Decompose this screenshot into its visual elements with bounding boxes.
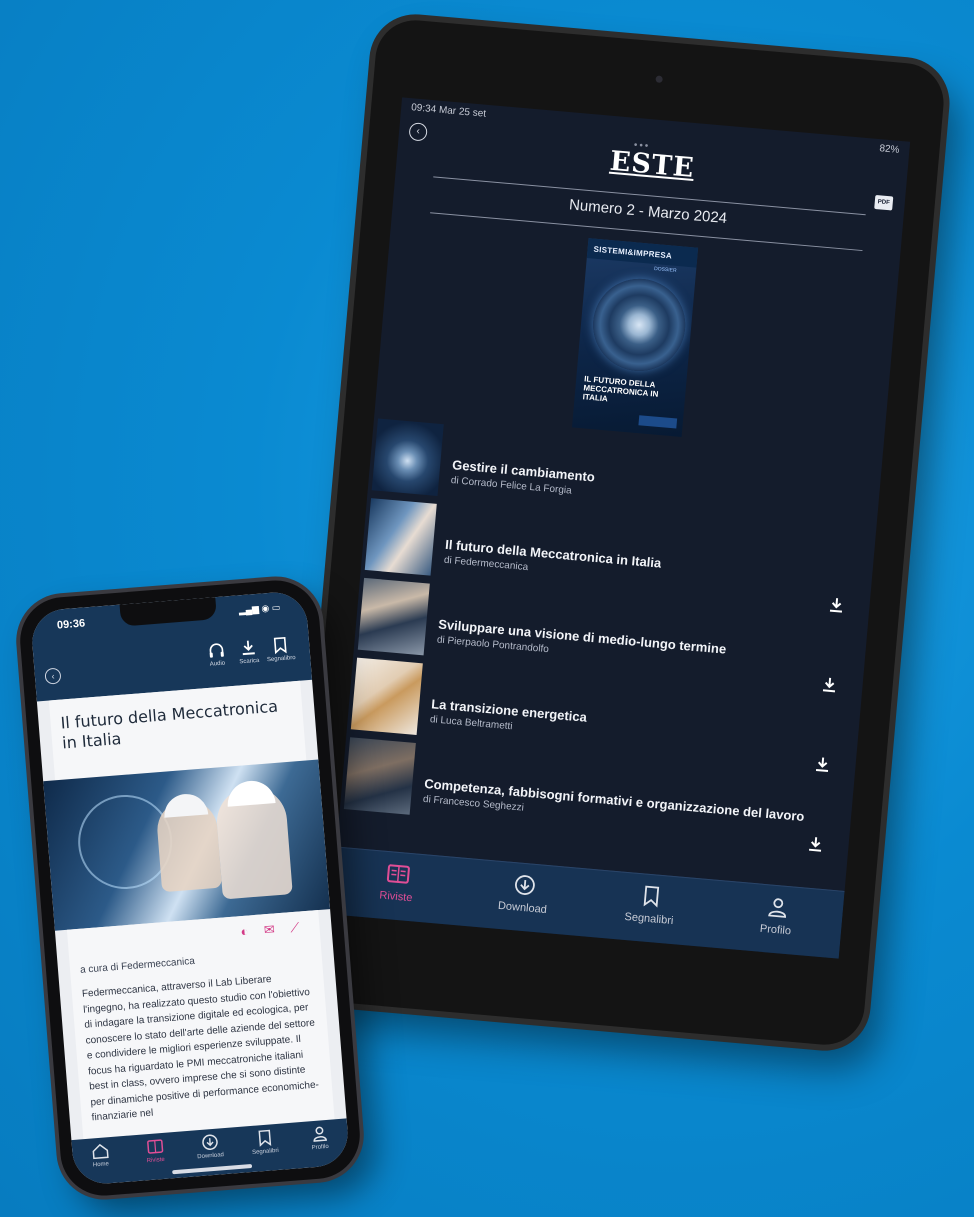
- article-body: ◐ ✉ ⟋ a cura di Federmeccanica Federmecc…: [66, 910, 335, 1140]
- status-time: 09:36: [56, 617, 86, 632]
- tab-label: Home: [92, 1161, 110, 1169]
- tab-riviste[interactable]: Riviste: [331, 847, 463, 926]
- article-thumbnail: [371, 418, 444, 496]
- profile-icon: [767, 898, 786, 918]
- tab-home[interactable]: Home: [72, 1140, 129, 1170]
- tab-download[interactable]: Download: [181, 1131, 238, 1161]
- download-icon[interactable]: [815, 756, 830, 773]
- article-hero-image: [43, 759, 331, 931]
- tablet-camera: [655, 75, 663, 83]
- action-label: Segnalibro: [266, 655, 296, 664]
- tab-profilo[interactable]: Profilo: [710, 881, 842, 959]
- article-curator: a cura di Federmeccanica: [79, 955, 196, 976]
- article-thumbnail: [350, 657, 423, 736]
- signal-icon: ▂▄▆ ◉ ▭: [238, 602, 281, 616]
- tab-riviste[interactable]: Riviste: [127, 1135, 184, 1165]
- helmet-shape: [162, 792, 209, 818]
- action-label: Scarica: [239, 657, 260, 666]
- download-icon: [201, 1134, 218, 1151]
- audio-button[interactable]: Audio: [199, 640, 235, 669]
- status-time: 09:34 Mar 25 set: [410, 102, 487, 120]
- cover-tag: DOSSIER: [653, 265, 677, 274]
- tab-segnalibri[interactable]: Segnalibri: [584, 870, 716, 949]
- tab-label: Segnalibri: [251, 1147, 279, 1156]
- tab-label: Segnalibri: [624, 910, 674, 928]
- download-icon[interactable]: [822, 676, 837, 693]
- tab-label: Profilo: [759, 922, 792, 938]
- download-button[interactable]: Scarica: [231, 637, 267, 666]
- article-text: Federmeccanica, attraverso il Lab Libera…: [81, 973, 320, 1124]
- tab-label: Download: [497, 899, 548, 917]
- download-icon[interactable]: [808, 836, 823, 853]
- helmet-shape: [225, 779, 276, 807]
- headphones-icon: [209, 643, 224, 658]
- cover-heading: IL FUTURO DELLA MECCATRONICA IN ITALIA: [582, 374, 659, 404]
- share-icons[interactable]: ◐ ✉ ⟋: [240, 919, 306, 940]
- tab-segnalibri[interactable]: Segnalibri: [236, 1127, 293, 1157]
- home-icon: [92, 1143, 109, 1160]
- phone-notch: [119, 597, 217, 627]
- tab-download[interactable]: Download: [457, 859, 589, 938]
- download-icon[interactable]: [829, 597, 844, 614]
- chevron-left-icon: ‹: [51, 670, 55, 682]
- magazine-cover[interactable]: SISTEMI&IMPRESA DOSSIER IL FUTURO DELLA …: [571, 238, 699, 438]
- article-thumbnail: [357, 577, 430, 656]
- article-thumbnail: [343, 737, 416, 815]
- article-thumbnail: [364, 498, 437, 576]
- bookmark-button[interactable]: Segnalibro: [263, 635, 299, 664]
- pdf-icon[interactable]: PDF: [874, 194, 894, 211]
- magazine-icon: [146, 1139, 163, 1154]
- download-icon: [514, 875, 535, 895]
- tablet-device: 09:34 Mar 25 set 82% ‹ ••• ESTE PDF Nume…: [293, 17, 947, 1048]
- phone-screen: 09:36 ▂▄▆ ◉ ▭ ‹ Audio Scarica Segnalibro…: [29, 590, 351, 1186]
- phone-device: 09:36 ▂▄▆ ◉ ▭ ‹ Audio Scarica Segnalibro…: [16, 577, 364, 1199]
- cover-badge: [638, 415, 678, 429]
- tab-profilo[interactable]: Profilo: [291, 1122, 348, 1152]
- article-list: Gestire il cambiamento di Corrado Felice…: [338, 416, 883, 879]
- tab-label: Profilo: [311, 1143, 329, 1152]
- gear-image: [589, 275, 690, 375]
- article-title: Sviluppare una visione di medio-lungo te…: [437, 616, 727, 657]
- action-label: Audio: [209, 660, 226, 668]
- back-button[interactable]: ‹: [44, 667, 62, 685]
- download-icon: [242, 640, 255, 656]
- tab-label: Download: [197, 1152, 225, 1161]
- bookmark-icon: [257, 1129, 271, 1147]
- status-battery: 82%: [878, 143, 900, 156]
- tab-label: Riviste: [378, 889, 413, 905]
- tab-label: Riviste: [146, 1156, 165, 1165]
- profile-icon: [312, 1126, 327, 1142]
- article-title: Il futuro della Meccatronica in Italia: [59, 696, 279, 753]
- bookmark-icon: [643, 885, 659, 908]
- bookmark-icon: [273, 636, 287, 655]
- magazine-icon: [386, 864, 410, 884]
- tablet-screen: 09:34 Mar 25 set 82% ‹ ••• ESTE PDF Nume…: [330, 97, 911, 959]
